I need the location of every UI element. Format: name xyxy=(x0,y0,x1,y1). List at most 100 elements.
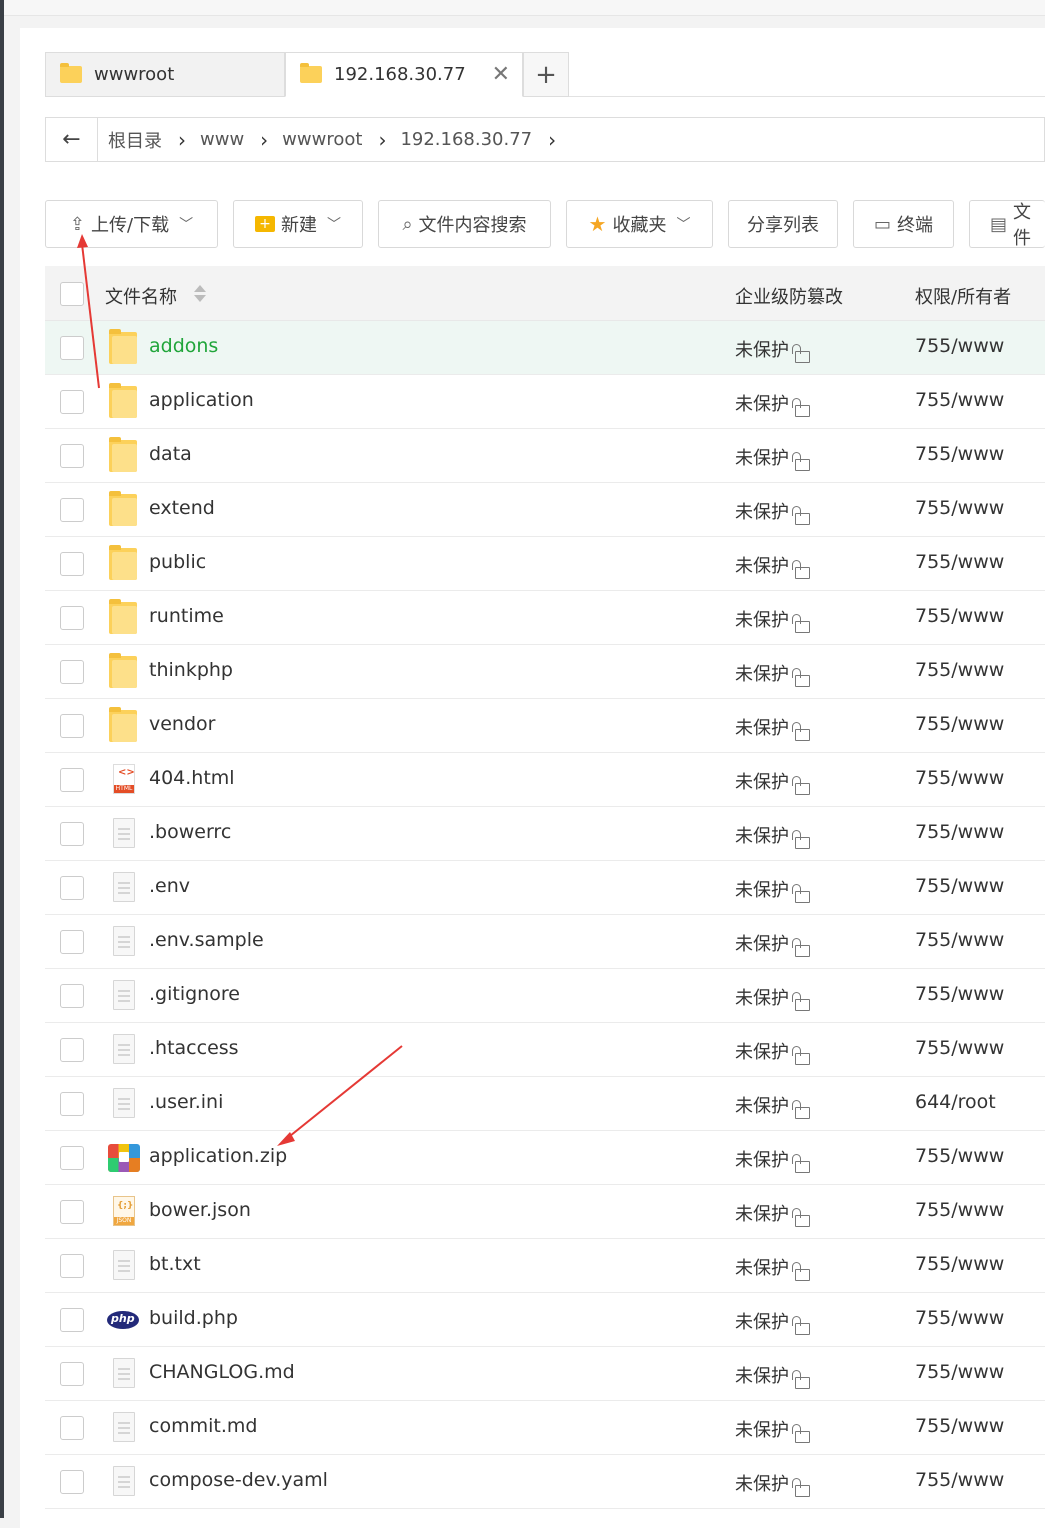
permission-owner[interactable]: 755/www xyxy=(915,983,1004,1005)
permission-owner[interactable]: 755/www xyxy=(915,659,1004,681)
row-checkbox[interactable] xyxy=(60,1470,84,1494)
file-name[interactable]: .user.ini xyxy=(149,1091,223,1113)
row-checkbox[interactable] xyxy=(60,930,84,954)
file-name[interactable]: thinkphp xyxy=(149,659,233,681)
row-checkbox[interactable] xyxy=(60,1146,84,1170)
row-checkbox[interactable] xyxy=(60,336,84,360)
table-row[interactable]: .gitignore 未保护 755/www xyxy=(45,969,1045,1023)
new-button[interactable]: + 新建 ﹀ xyxy=(233,200,363,248)
tab-192-168-30-77[interactable]: 192.168.30.77 ✕ xyxy=(285,52,523,97)
protection-status[interactable]: 未保护 xyxy=(735,1254,810,1281)
protection-status[interactable]: 未保护 xyxy=(735,1092,810,1119)
table-row[interactable]: .htaccess 未保护 755/www xyxy=(45,1023,1045,1077)
file-name[interactable]: .env xyxy=(149,875,190,897)
protection-status[interactable]: 未保护 xyxy=(735,930,810,957)
terminal-button[interactable]: ▭ 终端 xyxy=(853,200,954,248)
more-button[interactable]: ▤ 文件 xyxy=(969,200,1045,249)
row-checkbox[interactable] xyxy=(60,390,84,414)
breadcrumb-root[interactable]: 根目录 xyxy=(108,127,162,153)
protection-status[interactable]: 未保护 xyxy=(735,876,810,903)
protection-status[interactable]: 未保护 xyxy=(735,1416,810,1443)
table-row[interactable]: .env.sample 未保护 755/www xyxy=(45,915,1045,969)
table-row[interactable]: public 未保护 755/www xyxy=(45,537,1045,591)
permission-owner[interactable]: 755/www xyxy=(915,1199,1004,1221)
protection-status[interactable]: 未保护 xyxy=(735,1146,810,1173)
row-checkbox[interactable] xyxy=(60,498,84,522)
permission-owner[interactable]: 755/www xyxy=(915,713,1004,735)
row-checkbox[interactable] xyxy=(60,876,84,900)
upload-download-button[interactable]: ⇪ 上传/下载 ﹀ xyxy=(45,200,218,248)
permission-owner[interactable]: 755/www xyxy=(915,443,1004,465)
protection-status[interactable]: 未保护 xyxy=(735,1200,810,1227)
permission-owner[interactable]: 755/www xyxy=(915,497,1004,519)
permission-owner[interactable]: 755/www xyxy=(915,767,1004,789)
file-name[interactable]: public xyxy=(149,551,206,573)
permission-owner[interactable]: 755/www xyxy=(915,1415,1004,1437)
back-arrow-icon[interactable]: ← xyxy=(46,118,98,161)
protection-status[interactable]: 未保护 xyxy=(735,1308,810,1335)
row-checkbox[interactable] xyxy=(60,1092,84,1116)
protection-status[interactable]: 未保护 xyxy=(735,1362,810,1389)
permission-owner[interactable]: 755/www xyxy=(915,875,1004,897)
row-checkbox[interactable] xyxy=(60,660,84,684)
file-name[interactable]: 404.html xyxy=(149,767,235,789)
protection-status[interactable]: 未保护 xyxy=(735,552,810,579)
permission-owner[interactable]: 755/www xyxy=(915,335,1004,357)
permission-owner[interactable]: 755/www xyxy=(915,1469,1004,1491)
table-row[interactable]: commit.md 未保护 755/www xyxy=(45,1401,1045,1455)
protection-status[interactable]: 未保护 xyxy=(735,1038,810,1065)
file-name[interactable]: bt.txt xyxy=(149,1253,201,1275)
table-row[interactable]: <> HTML 404.html 未保护 755/www xyxy=(45,753,1045,807)
row-checkbox[interactable] xyxy=(60,552,84,576)
permission-owner[interactable]: 644/root xyxy=(915,1091,996,1113)
protection-status[interactable]: 未保护 xyxy=(735,984,810,1011)
file-name[interactable]: bower.json xyxy=(149,1199,251,1221)
file-name[interactable]: CHANGLOG.md xyxy=(149,1361,295,1383)
table-row[interactable]: .bowerrc 未保护 755/www xyxy=(45,807,1045,861)
file-name[interactable]: compose-dev.yaml xyxy=(149,1469,328,1491)
protection-status[interactable]: 未保护 xyxy=(735,444,810,471)
table-row[interactable]: CHANGLOG.md 未保护 755/www xyxy=(45,1347,1045,1401)
row-checkbox[interactable] xyxy=(60,768,84,792)
file-name[interactable]: data xyxy=(149,443,192,465)
row-checkbox[interactable] xyxy=(60,444,84,468)
protection-status[interactable]: 未保护 xyxy=(735,498,810,525)
column-name-header[interactable]: 文件名称 xyxy=(105,283,177,309)
chevron-right-icon[interactable]: › xyxy=(548,128,556,152)
file-name[interactable]: application.zip xyxy=(149,1145,287,1167)
permission-owner[interactable]: 755/www xyxy=(915,1145,1004,1167)
permission-owner[interactable]: 755/www xyxy=(915,821,1004,843)
table-row[interactable]: application.zip 未保护 755/www xyxy=(45,1131,1045,1185)
protection-status[interactable]: 未保护 xyxy=(735,714,810,741)
file-name[interactable]: .htaccess xyxy=(149,1037,239,1059)
row-checkbox[interactable] xyxy=(60,1308,84,1332)
table-row[interactable]: addons 未保护 755/www xyxy=(45,321,1045,375)
file-name[interactable]: extend xyxy=(149,497,215,519)
row-checkbox[interactable] xyxy=(60,1416,84,1440)
breadcrumb-ip[interactable]: 192.168.30.77 xyxy=(400,129,532,150)
file-name[interactable]: vendor xyxy=(149,713,215,735)
protection-status[interactable]: 未保护 xyxy=(735,1470,810,1497)
row-checkbox[interactable] xyxy=(60,1362,84,1386)
row-checkbox[interactable] xyxy=(60,984,84,1008)
protection-status[interactable]: 未保护 xyxy=(735,606,810,633)
row-checkbox[interactable] xyxy=(60,1038,84,1062)
table-row[interactable]: compose-dev.yaml 未保护 755/www xyxy=(45,1455,1045,1509)
permission-owner[interactable]: 755/www xyxy=(915,1307,1004,1329)
share-list-button[interactable]: 分享列表 xyxy=(728,200,838,248)
row-checkbox[interactable] xyxy=(60,606,84,630)
file-name[interactable]: .gitignore xyxy=(149,983,240,1005)
sort-icon[interactable] xyxy=(193,283,207,305)
file-name[interactable]: addons xyxy=(149,335,218,357)
row-checkbox[interactable] xyxy=(60,1254,84,1278)
select-all-checkbox[interactable] xyxy=(60,282,84,306)
permission-owner[interactable]: 755/www xyxy=(915,551,1004,573)
protection-status[interactable]: 未保护 xyxy=(735,768,810,795)
table-row[interactable]: .user.ini 未保护 644/root xyxy=(45,1077,1045,1131)
file-name[interactable]: commit.md xyxy=(149,1415,257,1437)
table-row[interactable]: php build.php 未保护 755/www xyxy=(45,1293,1045,1347)
table-row[interactable]: thinkphp 未保护 755/www xyxy=(45,645,1045,699)
table-row[interactable]: data 未保护 755/www xyxy=(45,429,1045,483)
protection-status[interactable]: 未保护 xyxy=(735,822,810,849)
tab-wwwroot[interactable]: wwwroot xyxy=(45,52,285,97)
